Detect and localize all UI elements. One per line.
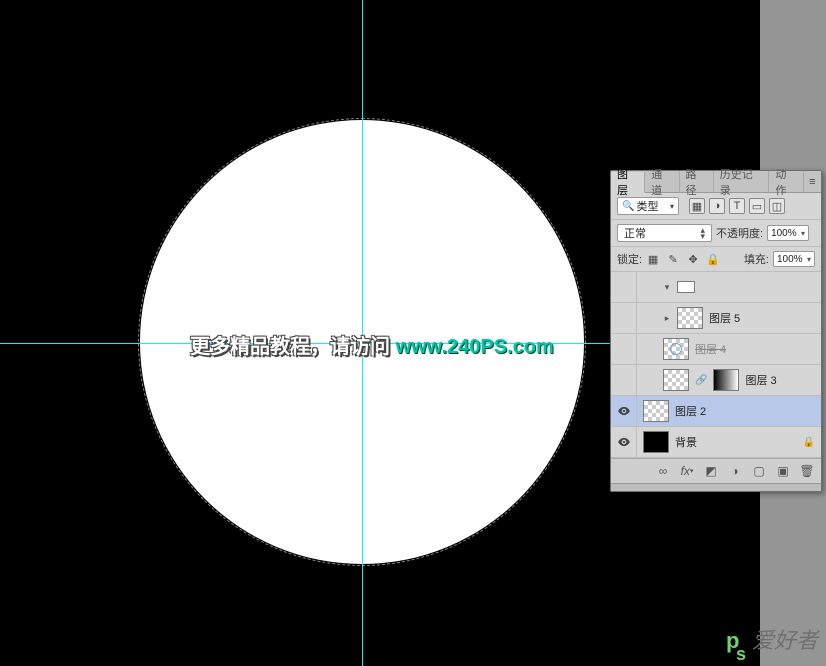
chevron-right-icon[interactable]: ▸ — [663, 313, 671, 324]
watermark-text: 爱好者 — [752, 623, 818, 655]
lock-icon: 🔒 — [803, 437, 815, 448]
layer-thumbnail — [677, 281, 695, 293]
tab-paths[interactable]: 路径 — [680, 171, 714, 192]
layers-panel[interactable]: 图层 通道 路径 历史记录 动作 ≡ 🔍 类型 ▾ ▦ ◑ T ▭ ◫ 正常 ▴… — [610, 170, 822, 492]
panel-resize-bar[interactable] — [611, 483, 821, 491]
visibility-toggle[interactable] — [611, 396, 637, 426]
site-watermark: ps 爱好者 — [726, 623, 818, 662]
eye-icon — [617, 404, 631, 418]
opacity-input[interactable]: 100% ▾ — [767, 225, 809, 241]
filter-kind-label: 类型 — [636, 198, 658, 214]
lock-paint-icon[interactable]: ✎ — [666, 252, 680, 266]
lock-label: 锁定: — [617, 251, 642, 267]
group-icon[interactable]: ▢ — [751, 463, 767, 479]
filter-type-icon[interactable]: T — [729, 198, 745, 214]
blend-mode-select[interactable]: 正常 ▴▾ — [617, 224, 712, 242]
overlay-url-text: www.240PS.com — [396, 336, 554, 358]
layer-thumbnail — [663, 338, 689, 360]
layer-row[interactable]: ▾ — [611, 272, 821, 303]
layer-thumbnail — [643, 400, 669, 422]
link-layers-icon[interactable]: ∞ — [655, 463, 671, 479]
lock-row: 锁定: ▦ ✎ ✥ 🔒 填充: 100% ▾ — [611, 247, 821, 272]
layer-thumbnail — [677, 307, 703, 329]
fill-label: 填充: — [744, 251, 769, 267]
layer-name[interactable]: 图层 5 — [709, 310, 740, 326]
watermark-ps-logo: ps — [726, 632, 746, 662]
layer-thumbnail — [643, 431, 669, 453]
lock-position-icon[interactable]: ✥ — [686, 252, 700, 266]
chevron-updown-icon: ▴▾ — [700, 227, 705, 239]
lock-transparent-icon[interactable]: ▦ — [646, 252, 660, 266]
visibility-toggle[interactable] — [611, 365, 637, 395]
chevron-updown-icon: ▾ — [670, 202, 674, 211]
delete-layer-icon[interactable]: 🗑 — [799, 463, 815, 479]
panel-footer: ∞ fx▾ ◩ ◑ ▢ ▣ 🗑 — [611, 458, 821, 483]
opacity-value: 100% — [771, 228, 797, 239]
tab-actions[interactable]: 动作 — [769, 171, 803, 192]
filter-smart-icon[interactable]: ◫ — [769, 198, 785, 214]
link-icon: 🔗 — [695, 375, 707, 386]
fill-input[interactable]: 100% ▾ — [773, 251, 815, 267]
opacity-label: 不透明度: — [716, 225, 763, 241]
blend-mode-value: 正常 — [624, 225, 646, 241]
layer-row[interactable]: 图层 4 — [611, 334, 821, 365]
chevron-down-icon: ▾ — [807, 255, 811, 264]
visibility-toggle[interactable] — [611, 272, 637, 302]
filter-icons: ▦ ◑ T ▭ ◫ — [689, 198, 785, 214]
visibility-toggle[interactable] — [611, 303, 637, 333]
search-icon: 🔍 — [622, 201, 634, 212]
overlay-main-text: 更多精品教程，请访问 — [190, 336, 396, 358]
tab-channels[interactable]: 通道 — [645, 171, 679, 192]
tab-history[interactable]: 历史记录 — [714, 171, 770, 192]
eye-icon — [617, 435, 631, 449]
visibility-toggle[interactable] — [611, 334, 637, 364]
adjustment-layer-icon[interactable]: ◑ — [727, 463, 743, 479]
fill-value: 100% — [777, 254, 803, 265]
layer-row[interactable]: 🔗 图层 3 — [611, 365, 821, 396]
chevron-down-icon: ▾ — [801, 229, 805, 238]
panel-menu-icon[interactable]: ≡ — [804, 171, 821, 192]
layer-fx-icon[interactable]: fx▾ — [679, 463, 695, 479]
new-layer-icon[interactable]: ▣ — [775, 463, 791, 479]
layer-name[interactable]: 背景 — [675, 434, 697, 450]
filter-kind-select[interactable]: 🔍 类型 ▾ — [617, 197, 679, 215]
tutorial-watermark-text: 更多精品教程，请访问 www.240PS.com — [190, 330, 554, 359]
chevron-down-icon[interactable]: ▾ — [663, 282, 671, 293]
layer-name[interactable]: 图层 4 — [695, 341, 726, 357]
filter-adjust-icon[interactable]: ◑ — [709, 198, 725, 214]
blend-row: 正常 ▴▾ 不透明度: 100% ▾ — [611, 220, 821, 247]
visibility-toggle[interactable] — [611, 427, 637, 457]
layer-mask-thumbnail — [713, 369, 739, 391]
lock-all-icon[interactable]: 🔒 — [706, 252, 720, 266]
layer-row-background[interactable]: 背景 🔒 — [611, 427, 821, 458]
tab-layers[interactable]: 图层 — [611, 172, 645, 193]
layer-thumbnail — [663, 369, 689, 391]
layer-row[interactable]: ▸ 图层 5 — [611, 303, 821, 334]
panel-tabs: 图层 通道 路径 历史记录 动作 ≡ — [611, 171, 821, 193]
layer-mask-icon[interactable]: ◩ — [703, 463, 719, 479]
layer-row[interactable]: 图层 2 — [611, 396, 821, 427]
layer-name[interactable]: 图层 3 — [745, 372, 776, 388]
filter-pixel-icon[interactable]: ▦ — [689, 198, 705, 214]
filter-shape-icon[interactable]: ▭ — [749, 198, 765, 214]
layer-name[interactable]: 图层 2 — [675, 403, 706, 419]
layers-list: ▾ ▸ 图层 5 图层 4 🔗 图层 — [611, 272, 821, 458]
lock-icons: ▦ ✎ ✥ 🔒 — [646, 252, 720, 266]
